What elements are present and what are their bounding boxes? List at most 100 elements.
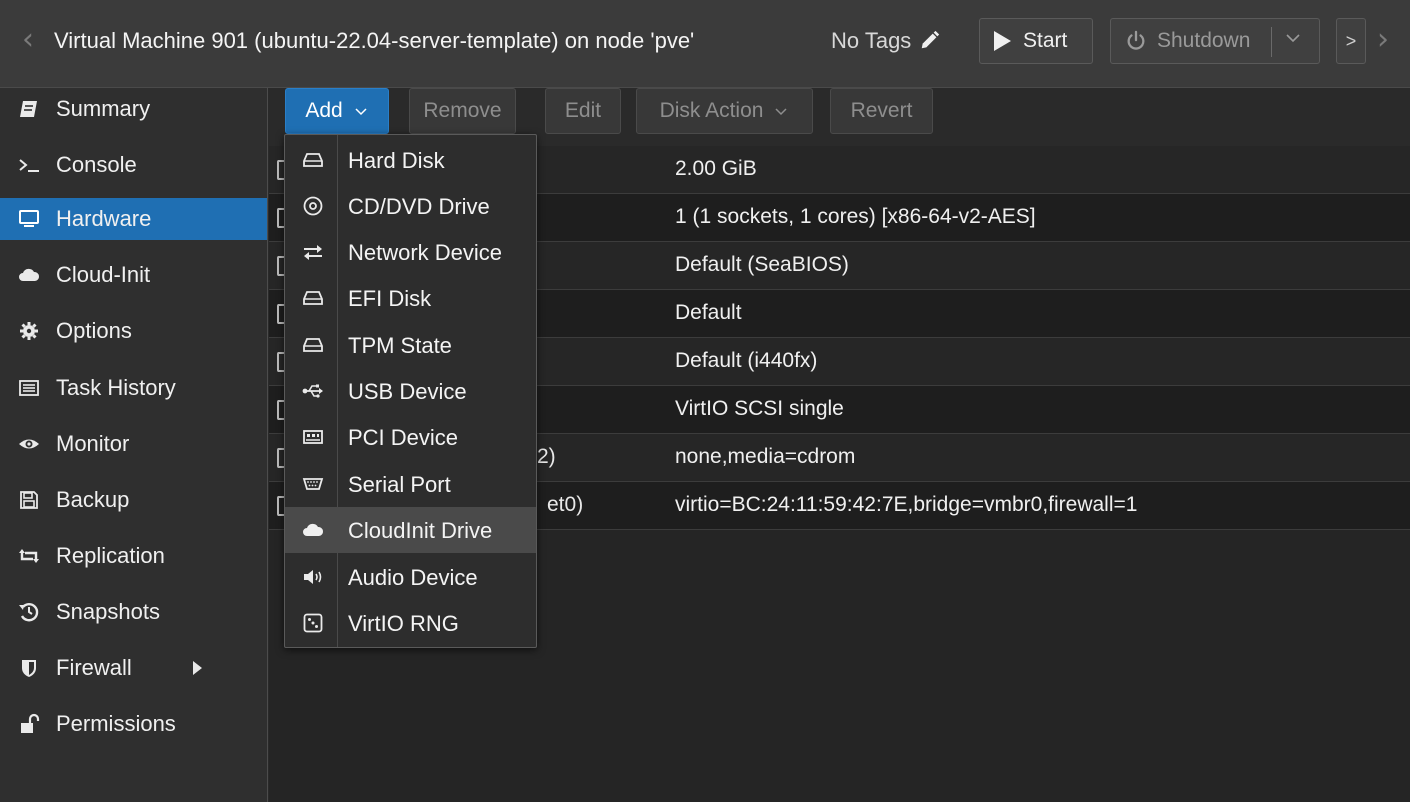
sidebar-item-snapshots[interactable]: Snapshots — [0, 591, 267, 633]
vm-title: Virtual Machine 901 (ubuntu-22.04-server… — [54, 28, 695, 53]
start-label: Start — [1023, 29, 1068, 52]
edit-label: Edit — [564, 99, 602, 122]
sidebar-item-firewall[interactable]: Firewall — [0, 647, 267, 689]
menu-item-label: USB Device — [348, 379, 467, 404]
sidebar-item-backup[interactable]: Backup — [0, 479, 267, 521]
add-menu: Hard Disk CD/DVD Drive Network Device EF… — [284, 134, 537, 648]
sidebar-item-replication[interactable]: Replication — [0, 535, 267, 577]
remove-label: Remove — [423, 99, 502, 122]
menu-item-label: Network Device — [348, 240, 503, 265]
retweet-icon — [18, 545, 40, 567]
menu-item-label: CloudInit Drive — [348, 518, 493, 543]
sidebar-item-summary[interactable]: Summary — [0, 88, 267, 130]
menu-item-cloudinit-drive[interactable]: CloudInit Drive — [285, 507, 536, 553]
disk-action-button[interactable]: Disk Action — [636, 88, 813, 134]
dice-icon — [302, 612, 324, 634]
monitor-icon — [18, 208, 40, 230]
menu-item-label: Hard Disk — [348, 148, 445, 173]
sidebar-item-label: Hardware — [56, 206, 152, 231]
row-key: et0) — [547, 493, 584, 516]
tags-editor[interactable]: No Tags — [831, 28, 941, 54]
menu-item-audio-device[interactable]: Audio Device — [285, 554, 536, 600]
menu-item-virtio-rng[interactable]: VirtIO RNG — [285, 600, 536, 646]
floppy-icon — [18, 489, 40, 511]
menu-item-pci-device[interactable]: PCI Device — [285, 414, 536, 460]
revert-label: Revert — [850, 99, 913, 122]
chevron-down-icon[interactable] — [1283, 28, 1303, 48]
usb-icon — [302, 380, 324, 402]
eye-icon — [18, 433, 40, 455]
more-actions-button[interactable]: > — [1336, 18, 1366, 64]
shield-icon — [18, 657, 40, 679]
sidebar-item-label: Options — [56, 318, 132, 343]
add-button[interactable]: Add — [285, 88, 389, 134]
menu-item-serial-port[interactable]: Serial Port — [285, 461, 536, 507]
sidebar-item-label: Firewall — [56, 655, 132, 680]
sidebar-item-options[interactable]: Options — [0, 310, 267, 352]
pci-card-icon — [302, 426, 324, 448]
power-icon — [1127, 30, 1145, 50]
terminal-icon — [18, 154, 40, 176]
sidebar-item-task-history[interactable]: Task History — [0, 367, 267, 409]
row-value: 2.00 GiB — [675, 157, 757, 180]
start-button[interactable]: Start — [979, 18, 1093, 64]
chevron-down-icon — [775, 108, 787, 116]
disc-icon — [302, 195, 324, 217]
add-label: Add — [305, 99, 343, 122]
menu-item-label: Audio Device — [348, 565, 478, 590]
sidebar: Summary Console Hardware Cloud-Init Opti… — [0, 88, 268, 802]
remove-button[interactable]: Remove — [409, 88, 516, 134]
menu-item-usb-device[interactable]: USB Device — [285, 368, 536, 414]
menu-item-efi-disk[interactable]: EFI Disk — [285, 275, 536, 321]
list-icon — [18, 377, 40, 399]
sidebar-item-label: Replication — [56, 543, 165, 568]
row-key: 2) — [537, 445, 556, 468]
sidebar-item-cloud-init[interactable]: Cloud-Init — [0, 254, 267, 296]
scroll-right-arrow-icon[interactable]: › — [1373, 20, 1393, 60]
sidebar-item-label: Permissions — [56, 711, 176, 736]
book-icon — [18, 98, 40, 120]
chevron-down-icon — [355, 108, 367, 116]
menu-item-label: Serial Port — [348, 472, 451, 497]
row-value: Default (i440fx) — [675, 349, 818, 372]
history-icon — [18, 601, 40, 623]
hdd-icon — [302, 149, 324, 171]
menu-item-network-device[interactable]: Network Device — [285, 229, 536, 275]
menu-item-label: VirtIO RNG — [348, 611, 459, 636]
pencil-icon — [922, 30, 940, 49]
shutdown-button[interactable]: Shutdown — [1110, 18, 1320, 64]
menu-item-label: CD/DVD Drive — [348, 194, 490, 219]
sidebar-item-permissions[interactable]: Permissions — [0, 703, 267, 745]
row-value: virtio=BC:24:11:59:42:7E,bridge=vmbr0,fi… — [675, 493, 1138, 516]
menu-item-tpm-state[interactable]: TPM State — [285, 322, 536, 368]
sidebar-item-monitor[interactable]: Monitor — [0, 423, 267, 465]
scroll-left-arrow-icon[interactable]: ‹ — [18, 20, 38, 60]
sidebar-item-label: Cloud-Init — [56, 262, 151, 287]
sidebar-item-console[interactable]: Console — [0, 144, 267, 186]
menu-item-label: TPM State — [348, 333, 452, 358]
menu-item-cd-dvd-drive[interactable]: CD/DVD Drive — [285, 183, 536, 229]
hdd-icon — [302, 287, 324, 309]
row-value: 1 (1 sockets, 1 cores) [x86-64-v2-AES] — [675, 205, 1036, 228]
sidebar-item-hardware[interactable]: Hardware — [0, 198, 267, 240]
sidebar-item-label: Snapshots — [56, 599, 160, 624]
play-icon — [994, 31, 1011, 51]
sidebar-item-label: Console — [56, 152, 137, 177]
gear-icon — [18, 320, 40, 342]
sidebar-item-label: Monitor — [56, 431, 130, 456]
sidebar-item-label: Summary — [56, 96, 151, 121]
edit-button[interactable]: Edit — [545, 88, 621, 134]
serial-port-icon — [302, 473, 324, 495]
expand-arrow-icon[interactable] — [193, 661, 202, 675]
menu-item-hard-disk[interactable]: Hard Disk — [285, 137, 536, 183]
cloud-icon — [302, 519, 324, 541]
revert-button[interactable]: Revert — [830, 88, 933, 134]
menu-item-label: EFI Disk — [348, 286, 432, 311]
cloud-icon — [18, 264, 40, 286]
row-value: Default — [675, 301, 742, 324]
unlock-icon — [18, 713, 40, 735]
disk-action-label: Disk Action — [659, 99, 764, 122]
exchange-icon — [302, 241, 324, 263]
speaker-icon — [302, 566, 324, 588]
hdd-icon — [302, 334, 324, 356]
